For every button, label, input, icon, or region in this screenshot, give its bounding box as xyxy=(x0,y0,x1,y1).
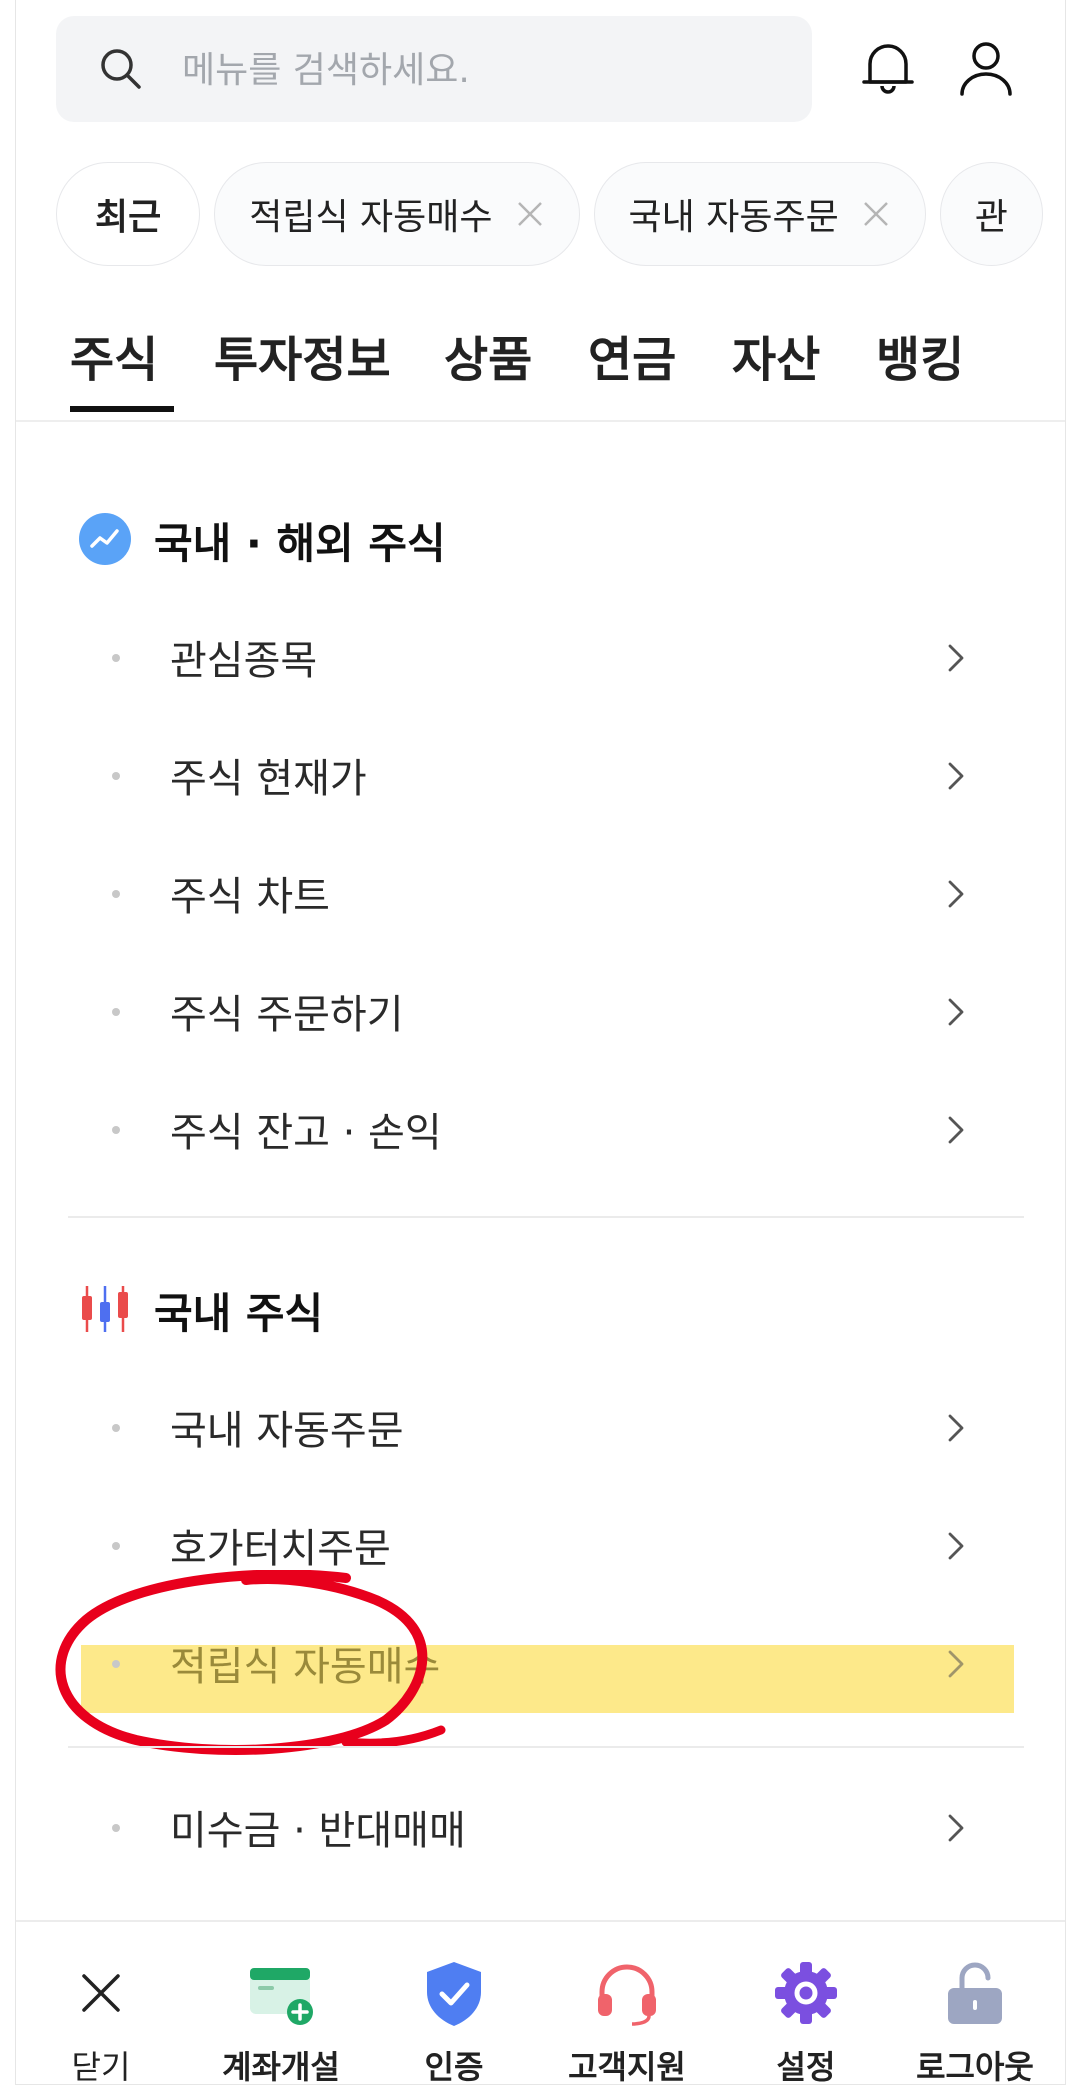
chip-label: 최근 xyxy=(95,197,162,238)
menu-item-label: 주식 차트 xyxy=(170,874,330,920)
recent-chips: 최근 적립식 자동매수 국내 자동주문 관 xyxy=(56,162,1043,268)
bullet xyxy=(112,1424,120,1432)
chip-recent-item[interactable]: 국내 자동주문 xyxy=(593,162,926,266)
active-tab-indicator xyxy=(70,406,174,412)
chevron-right-icon xyxy=(948,1116,964,1144)
shield-check-icon xyxy=(427,1962,481,2026)
section-title: 국내 주식 xyxy=(154,1289,324,1338)
bell-icon[interactable] xyxy=(856,36,920,100)
chip-recent-item[interactable]: 관 xyxy=(939,162,1043,266)
chevron-right-icon xyxy=(948,1414,964,1442)
bottom-label: 고객지원 xyxy=(568,2048,686,2085)
menu-item[interactable]: 국내 자동주문 xyxy=(68,1384,1014,1474)
unlock-icon xyxy=(948,1962,1002,2024)
chip-recent-item[interactable]: 적립식 자동매수 xyxy=(214,162,580,266)
bullet xyxy=(112,1008,120,1016)
section-divider xyxy=(68,1746,1024,1748)
account-card-icon xyxy=(250,1968,313,2025)
search-bar[interactable] xyxy=(56,16,812,122)
bullet xyxy=(112,1126,120,1134)
close-button[interactable]: 닫기 xyxy=(36,1958,166,2085)
bottom-action-bar: 닫기 계좌개설 인증 고객지원 설정 로그아웃 xyxy=(16,1920,1065,2085)
bullet xyxy=(112,654,120,662)
chevron-right-icon xyxy=(948,1814,964,1842)
menu-item[interactable]: 주식 잔고 · 손익 xyxy=(68,1086,1014,1176)
menu-item[interactable]: 주식 주문하기 xyxy=(68,968,1014,1058)
bottom-label: 설정 xyxy=(776,2048,836,2085)
chip-label: 적립식 자동매수 xyxy=(249,197,493,238)
user-icon[interactable] xyxy=(954,36,1018,100)
chip-recent[interactable]: 최근 xyxy=(56,162,201,266)
bullet xyxy=(112,1542,120,1550)
chevron-right-icon xyxy=(948,1650,964,1678)
settings-button[interactable]: 설정 xyxy=(741,1958,871,2085)
tab-assets[interactable]: 자산 xyxy=(732,320,820,390)
annotation-circle xyxy=(55,1570,446,1756)
chevron-right-icon xyxy=(948,998,964,1026)
bottom-label: 닫기 xyxy=(71,2048,131,2085)
bottom-label: 인증 xyxy=(424,2048,484,2085)
menu-screen: 최근 적립식 자동매수 국내 자동주문 관 주식 투자정보 상품 연금 자산 뱅… xyxy=(15,0,1066,2085)
chevron-right-icon xyxy=(948,762,964,790)
tab-investment-info[interactable]: 투자정보 xyxy=(214,320,391,390)
certification-button[interactable]: 인증 xyxy=(389,1958,519,2085)
bullet xyxy=(112,890,120,898)
menu-item[interactable]: 주식 현재가 xyxy=(68,732,1014,822)
open-account-button[interactable]: 계좌개설 xyxy=(216,1958,346,2085)
candlestick-icon xyxy=(82,1286,128,1332)
category-tabs: 주식 투자정보 상품 연금 자산 뱅킹 xyxy=(16,310,1065,422)
gear-icon xyxy=(775,1962,837,2024)
menu-item-label: 주식 주문하기 xyxy=(170,992,404,1038)
menu-item-label: 주식 현재가 xyxy=(170,756,367,802)
section-title: 국내 · 해외 주식 xyxy=(154,519,446,568)
menu-item-label: 주식 잔고 · 손익 xyxy=(170,1110,442,1156)
chevron-right-icon xyxy=(948,644,964,672)
chip-label: 관 xyxy=(974,197,1008,238)
bottom-label: 로그아웃 xyxy=(916,2048,1034,2085)
logout-button[interactable]: 로그아웃 xyxy=(910,1958,1040,2085)
bottom-label: 계좌개설 xyxy=(222,2048,340,2085)
menu-item-label: 미수금 · 반대매매 xyxy=(170,1808,466,1854)
chip-label: 국내 자동주문 xyxy=(628,197,839,238)
search-input[interactable] xyxy=(180,44,784,96)
chevron-right-icon xyxy=(948,1532,964,1560)
menu-item-label: 관심종목 xyxy=(170,638,318,684)
chevron-right-icon xyxy=(948,880,964,908)
chart-badge-icon xyxy=(79,513,131,565)
bullet xyxy=(112,1824,120,1832)
bullet xyxy=(112,772,120,780)
section-divider xyxy=(68,1216,1024,1218)
headset-icon xyxy=(598,1964,656,2026)
menu-item[interactable]: 주식 차트 xyxy=(68,850,1014,940)
tab-banking[interactable]: 뱅킹 xyxy=(876,320,964,390)
search-icon xyxy=(101,49,141,89)
close-icon xyxy=(82,1974,120,2012)
customer-support-button[interactable]: 고객지원 xyxy=(562,1958,692,2085)
tab-stocks[interactable]: 주식 xyxy=(70,320,158,390)
tab-products[interactable]: 상품 xyxy=(444,320,532,390)
tab-pension[interactable]: 연금 xyxy=(588,320,676,390)
menu-item-label: 국내 자동주문 xyxy=(170,1408,404,1454)
menu-item-label: 호가터치주문 xyxy=(170,1526,391,1572)
menu-item[interactable]: 미수금 · 반대매매 xyxy=(68,1784,1014,1874)
menu-item[interactable]: 관심종목 xyxy=(68,614,1014,704)
close-icon[interactable] xyxy=(861,199,891,229)
close-icon[interactable] xyxy=(515,199,545,229)
